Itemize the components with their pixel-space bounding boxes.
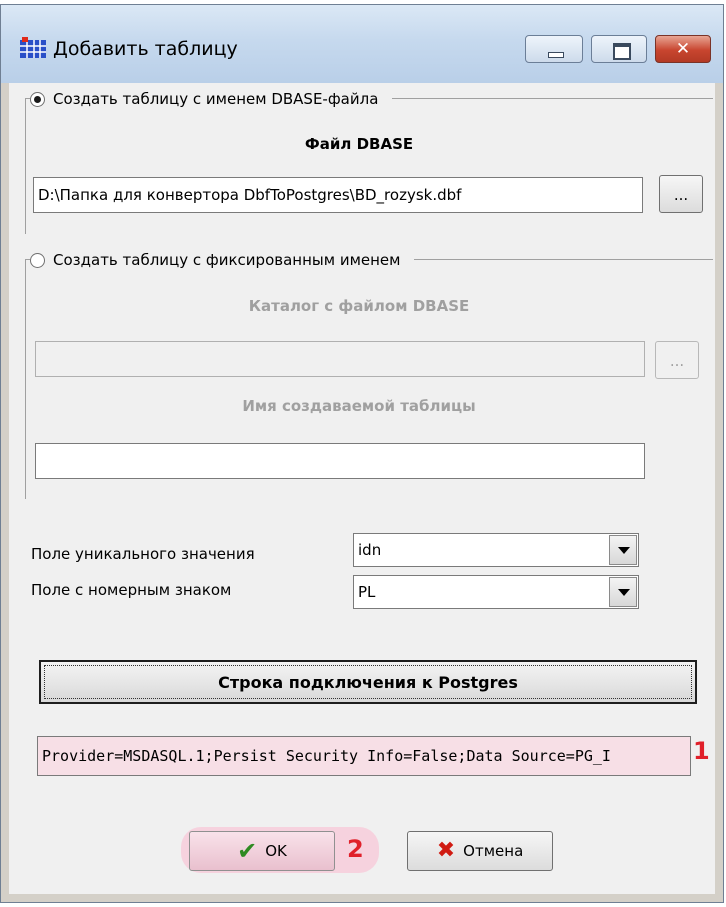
plate-field-label: Поле с номерным знаком [31,581,232,599]
add-table-window: Добавить таблицу ✕ Создать таблицу с име… [0,4,724,903]
catalog-input[interactable] [35,341,645,377]
annotation-marker-1: 1 [693,737,710,765]
option-fixed-name-label: Создать таблицу с фиксированным именем [53,251,401,269]
cancel-button-label: Отмена [463,842,524,860]
maximize-button[interactable] [591,35,647,63]
chevron-down-icon[interactable] [609,577,637,607]
option-dbase-name[interactable]: Создать таблицу с именем DBASE-файла [30,87,393,111]
browse-catalog-button[interactable]: ... [655,341,699,379]
option-fixed-name[interactable]: Создать таблицу с фиксированным именем [30,248,415,272]
table-name-input[interactable] [35,443,645,479]
radio-fixed-name[interactable] [30,252,45,268]
dbase-file-input[interactable]: D:\Папка для конвертора DbfToPostgres\BD… [33,177,643,213]
browse-file-button[interactable]: ... [659,175,703,213]
minimize-icon [548,52,564,58]
plate-field-select[interactable]: PL [353,575,639,609]
catalog-label: Каталог с файлом DBASE [248,297,470,315]
chevron-down-icon[interactable] [609,535,637,565]
connection-string-input[interactable]: Provider=MSDASQL.1;Persist Security Info… [37,736,691,776]
unique-field-select[interactable]: idn [353,533,639,567]
connection-string-button[interactable]: Строка подключения к Postgres [39,660,697,704]
maximize-icon [613,43,631,60]
group-dbase-name: Создать таблицу с именем DBASE-файла [25,87,713,234]
option-dbase-name-label: Создать таблицу с именем DBASE-файла [53,90,379,108]
cancel-button[interactable]: ✖ Отмена [407,831,553,871]
annotation-marker-2: 2 [347,835,364,863]
dbase-file-label: Файл DBASE [304,135,414,153]
minimize-button[interactable] [525,35,583,63]
unique-field-value: idn [358,541,382,559]
check-icon: ✔ [237,837,258,865]
title-bar[interactable]: Добавить таблицу ✕ [1,5,723,83]
plate-field-value: PL [358,583,376,601]
x-icon: ✖ [436,838,456,863]
ok-button-label: OK [265,842,287,860]
window-title: Добавить таблицу [53,38,238,60]
connection-string-button-label: Строка подключения к Postgres [44,665,692,699]
table-name-label: Имя создаваемой таблицы [242,397,476,415]
radio-dbase-name[interactable] [30,91,45,107]
close-icon: ✕ [675,39,691,59]
ok-button[interactable]: ✔ OK [189,831,335,871]
unique-field-label: Поле уникального значения [31,545,255,563]
dialog-client-area: Создать таблицу с именем DBASE-файла Фай… [9,83,715,894]
close-button[interactable]: ✕ [655,35,711,63]
table-grid-icon [20,37,46,58]
